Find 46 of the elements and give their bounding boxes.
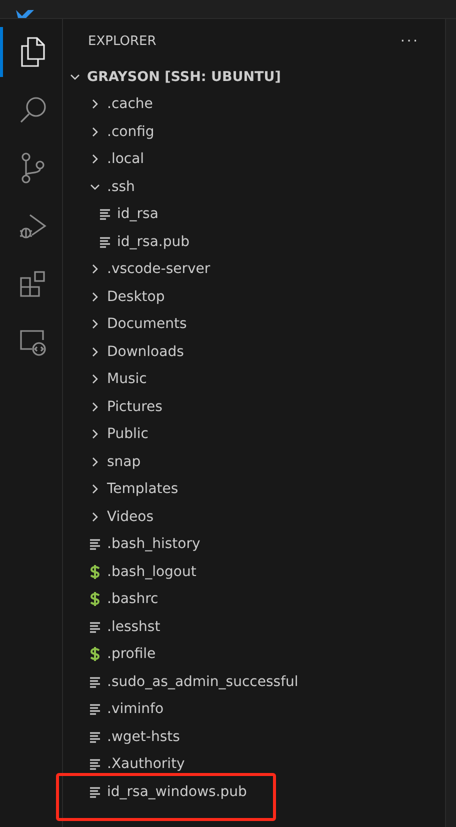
folder-item[interactable]: .local: [63, 146, 445, 173]
text-file-icon: [89, 730, 101, 743]
extensions-icon: [18, 269, 48, 299]
file-item[interactable]: .lesshst: [63, 613, 445, 640]
folder-item[interactable]: .ssh: [63, 173, 445, 200]
file-item[interactable]: .profile: [63, 640, 445, 668]
search-icon: [18, 95, 48, 125]
app-logo-icon: [16, 10, 34, 18]
more-actions-button[interactable]: ···: [400, 32, 419, 50]
folder-item[interactable]: Music: [63, 366, 445, 393]
text-file-icon: [89, 676, 101, 688]
folder-item[interactable]: Documents: [63, 310, 445, 338]
folder-item[interactable]: .cache: [63, 90, 445, 118]
text-file-icon: [89, 703, 101, 716]
file-item[interactable]: .bash_logout: [63, 558, 445, 586]
folder-item[interactable]: Downloads: [63, 338, 445, 366]
file-item[interactable]: .viminfo: [63, 696, 445, 723]
folder-item[interactable]: Pictures: [63, 393, 445, 420]
text-file-icon: [89, 758, 101, 770]
dollar-icon: [89, 592, 101, 606]
remote-explorer-icon: [18, 327, 48, 357]
folder-item[interactable]: Templates: [63, 476, 445, 503]
file-item[interactable]: .Xauthority: [63, 750, 445, 778]
folder-item[interactable]: Videos: [63, 503, 445, 530]
dollar-icon: [89, 564, 101, 579]
folder-item[interactable]: snap: [63, 448, 445, 476]
file-item[interactable]: .wget-hsts: [63, 723, 445, 750]
folder-item[interactable]: Public: [63, 420, 445, 448]
file-item[interactable]: id_rsa.pub: [63, 228, 445, 256]
folder-item[interactable]: .vscode-server: [63, 256, 445, 283]
file-item[interactable]: .bash_history: [63, 530, 445, 558]
text-file-icon: [99, 208, 111, 220]
text-file-icon: [99, 236, 111, 248]
file-item[interactable]: id_rsa: [63, 200, 445, 228]
text-file-icon: [89, 786, 101, 798]
folder-item[interactable]: Desktop: [63, 283, 445, 310]
text-file-icon: [89, 620, 101, 633]
dollar-icon: [89, 647, 101, 662]
folder-item[interactable]: .config: [63, 118, 445, 146]
file-item[interactable]: id_rsa_windows.pub: [63, 778, 445, 806]
file-item[interactable]: .sudo_as_admin_successful: [63, 668, 445, 696]
panel-title: EXPLORER: [88, 34, 156, 48]
workspace-root[interactable]: GRAYSON [SSH: UBUNTU]: [63, 63, 445, 90]
text-file-icon: [89, 538, 101, 550]
file-item[interactable]: .bashrc: [63, 586, 445, 613]
branch-icon: [20, 152, 46, 184]
